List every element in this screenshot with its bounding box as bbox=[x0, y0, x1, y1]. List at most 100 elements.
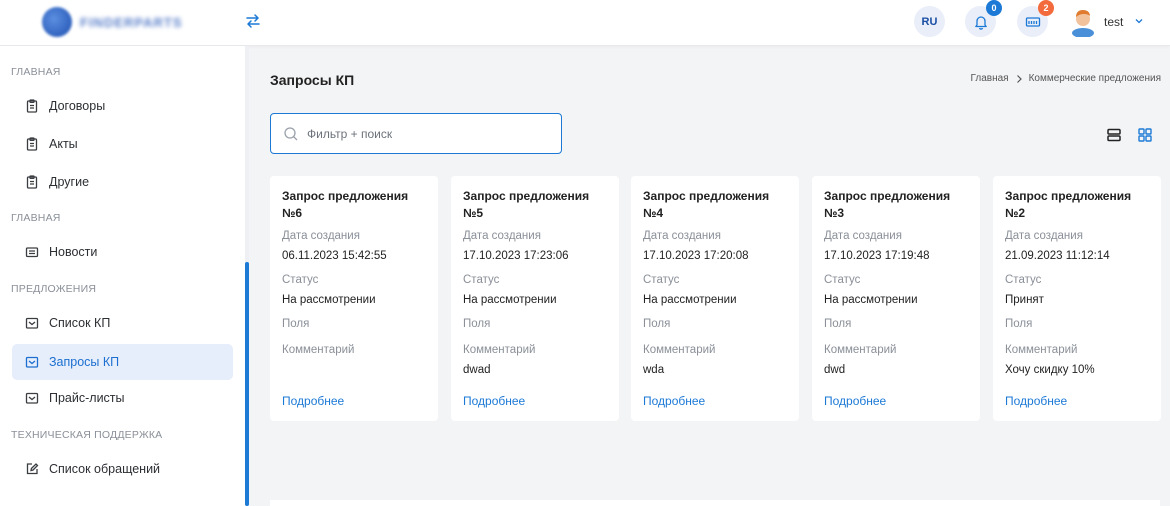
card-title: Запрос предложения №4 bbox=[643, 189, 770, 220]
card-status-label: Статус bbox=[824, 274, 861, 286]
sidebar-section-offers: ПРЕДЛОЖЕНИЯ bbox=[11, 283, 97, 295]
sidebar-item-other[interactable]: Другие bbox=[12, 164, 233, 200]
card-date-label: Дата создания bbox=[824, 230, 902, 242]
card-date-label: Дата создания bbox=[282, 230, 360, 242]
sidebar-item-label: Договоры bbox=[49, 99, 106, 113]
user-avatar[interactable] bbox=[1070, 7, 1096, 37]
card-details-link[interactable]: Подробнее bbox=[824, 394, 886, 408]
card-details-link[interactable]: Подробнее bbox=[1005, 394, 1067, 408]
inbox-icon bbox=[25, 317, 39, 329]
sidebar-item-price-lists[interactable]: Прайс-листы bbox=[12, 380, 233, 416]
sidebar-item-label: Другие bbox=[49, 175, 90, 189]
card-details-link[interactable]: Подробнее bbox=[643, 394, 705, 408]
card-comment-label: Комментарий bbox=[463, 344, 536, 356]
chevron-right-icon bbox=[1016, 74, 1022, 83]
offer-request-card[interactable]: Запрос предложения №4 Дата создания 17.1… bbox=[631, 176, 799, 421]
card-date-value: 17.10.2023 17:23:06 bbox=[463, 250, 569, 262]
sidebar-item-label: Список КП bbox=[49, 316, 111, 330]
card-details-link[interactable]: Подробнее bbox=[463, 394, 525, 408]
sidebar-item-acts[interactable]: Акты bbox=[12, 126, 233, 162]
card-date-value: 21.09.2023 11:12:14 bbox=[1005, 250, 1110, 262]
card-status-value: Принят bbox=[1005, 294, 1044, 306]
bell-icon bbox=[974, 15, 987, 30]
breadcrumb-current: Коммерческие предложения bbox=[1028, 73, 1161, 84]
card-title: Запрос предложения №2 bbox=[1005, 189, 1132, 220]
card-fields-label: Поля bbox=[463, 318, 491, 330]
card-fields-label: Поля bbox=[1005, 318, 1033, 330]
card-date-value: 17.10.2023 17:19:48 bbox=[824, 250, 930, 262]
search-field[interactable] bbox=[270, 113, 562, 154]
card-comment-value: Хочу скидку 10% bbox=[1005, 364, 1095, 376]
card-date-value: 06.11.2023 15:42:55 bbox=[282, 250, 387, 262]
card-comment-value: dwd bbox=[824, 364, 846, 376]
sidebar-toggle-icon[interactable] bbox=[244, 12, 262, 30]
card-status-value: На рассмотрении bbox=[824, 294, 918, 306]
sidebar-item-offers-list[interactable]: Список КП bbox=[12, 305, 233, 341]
grid-view-icon[interactable] bbox=[1138, 128, 1152, 142]
offer-request-card[interactable]: Запрос предложения №5 Дата создания 17.1… bbox=[451, 176, 619, 421]
edit-icon bbox=[26, 463, 39, 475]
sidebar-scrollbar[interactable] bbox=[245, 262, 249, 506]
card-title: Запрос предложения №5 bbox=[463, 189, 590, 220]
card-status-label: Статус bbox=[1005, 274, 1042, 286]
logo-mark-icon bbox=[42, 7, 72, 37]
user-name[interactable]: test bbox=[1104, 15, 1123, 29]
card-status-value: На рассмотрении bbox=[463, 294, 557, 306]
sidebar-item-news[interactable]: Новости bbox=[12, 234, 233, 270]
card-status-label: Статус bbox=[463, 274, 500, 286]
notifications-badge: 0 bbox=[986, 0, 1002, 16]
search-icon bbox=[284, 126, 298, 140]
sidebar-item-label: Прайс-листы bbox=[49, 391, 125, 405]
sidebar-section-support: ТЕХНИЧЕСКАЯ ПОДДЕРЖКА bbox=[11, 429, 163, 441]
card-comment-label: Комментарий bbox=[1005, 344, 1078, 356]
logo-text: FINDERPARTS bbox=[80, 14, 183, 30]
top-bar: FINDERPARTS RU 0 2 test bbox=[0, 0, 1170, 46]
offer-request-card[interactable]: Запрос предложения №6 Дата создания 06.1… bbox=[270, 176, 438, 421]
sidebar-item-label: Новости bbox=[49, 245, 98, 259]
card-fields-label: Поля bbox=[824, 318, 852, 330]
offer-request-card[interactable]: Запрос предложения №2 Дата создания 21.0… bbox=[993, 176, 1161, 421]
sidebar-item-label: Список обращений bbox=[49, 462, 161, 476]
cart-button[interactable]: 2 bbox=[1017, 0, 1054, 37]
page-title: Запросы КП bbox=[270, 72, 355, 88]
card-status-label: Статус bbox=[282, 274, 319, 286]
cart-badge: 2 bbox=[1038, 0, 1054, 16]
card-fields-label: Поля bbox=[282, 318, 310, 330]
card-status-value: На рассмотрении bbox=[282, 294, 376, 306]
card-date-label: Дата создания bbox=[643, 230, 721, 242]
card-status-value: На рассмотрении bbox=[643, 294, 737, 306]
card-date-label: Дата создания bbox=[1005, 230, 1083, 242]
sidebar-item-tickets[interactable]: Список обращений bbox=[12, 451, 233, 487]
notifications-button[interactable]: 0 bbox=[965, 0, 1002, 37]
sidebar-item-label: Акты bbox=[49, 137, 78, 151]
next-row-edge bbox=[270, 500, 1160, 506]
offer-request-cards: Запрос предложения №6 Дата создания 06.1… bbox=[270, 176, 1165, 421]
offer-request-card[interactable]: Запрос предложения №3 Дата создания 17.1… bbox=[812, 176, 980, 421]
card-status-label: Статус bbox=[643, 274, 680, 286]
card-fields-label: Поля bbox=[643, 318, 671, 330]
card-comment-value: dwad bbox=[463, 364, 491, 376]
sidebar-section-main-2: ГЛАВНАЯ bbox=[11, 212, 61, 224]
clipboard-icon bbox=[26, 99, 38, 113]
card-comment-label: Комментарий bbox=[824, 344, 897, 356]
clipboard-icon bbox=[26, 175, 38, 189]
newspaper-icon bbox=[25, 247, 39, 258]
search-input[interactable] bbox=[307, 126, 547, 141]
breadcrumb-home[interactable]: Главная bbox=[971, 73, 1009, 84]
card-date-value: 17.10.2023 17:20:08 bbox=[643, 250, 749, 262]
list-view-icon[interactable] bbox=[1107, 128, 1121, 142]
card-comment-label: Комментарий bbox=[643, 344, 716, 356]
sidebar-item-contracts[interactable]: Договоры bbox=[12, 88, 233, 124]
clipboard-icon bbox=[26, 137, 38, 151]
language-button[interactable]: RU bbox=[914, 6, 945, 37]
sidebar-section-main: ГЛАВНАЯ bbox=[11, 66, 61, 78]
card-details-link[interactable]: Подробнее bbox=[282, 394, 344, 408]
breadcrumb: Главная Коммерческие предложения bbox=[971, 73, 1162, 84]
card-comment-value bbox=[282, 362, 426, 378]
brand-logo[interactable]: FINDERPARTS bbox=[42, 6, 212, 38]
card-title: Запрос предложения №3 bbox=[824, 189, 951, 220]
cart-icon bbox=[1025, 16, 1040, 27]
sidebar-item-offer-requests[interactable]: Запросы КП bbox=[12, 344, 233, 380]
chevron-down-icon[interactable] bbox=[1134, 16, 1144, 26]
card-date-label: Дата создания bbox=[463, 230, 541, 242]
